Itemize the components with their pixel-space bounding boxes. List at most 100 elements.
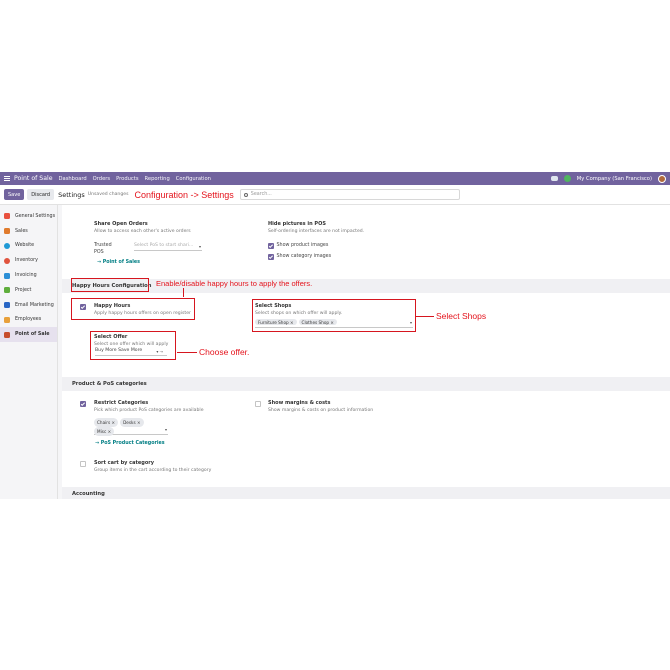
shop-tag-furniture[interactable]: Furniture Shop × bbox=[255, 319, 297, 326]
menu-dashboard[interactable]: Dashboard bbox=[59, 176, 87, 182]
sidebar-item-inventory[interactable]: Inventory bbox=[0, 253, 57, 268]
point-of-sales-link[interactable]: → Point of Sales bbox=[97, 260, 140, 265]
sidebar-item-label: Point of Sale bbox=[15, 332, 50, 338]
select-offer-value: Buy More Save More bbox=[95, 348, 143, 353]
email-marketing-icon bbox=[4, 302, 10, 309]
chevron-down-icon: ▾ bbox=[198, 244, 201, 249]
share-orders-desc: Allow to access each other's active orde… bbox=[94, 229, 191, 234]
control-panel: Save Discard Settings Unsaved changes Co… bbox=[0, 185, 670, 205]
select-shops-title: Select Shops bbox=[255, 303, 292, 309]
accounting-section-header: Accounting bbox=[62, 487, 670, 499]
activity-icon[interactable] bbox=[563, 175, 571, 182]
avatar[interactable] bbox=[658, 174, 666, 183]
sidebar-item-label: Project bbox=[15, 287, 32, 293]
annotation-arrow bbox=[183, 288, 184, 297]
menu-products[interactable]: Products bbox=[116, 176, 138, 182]
trusted-pos-placeholder: Select PoS to start shari... bbox=[134, 243, 194, 248]
restrict-categories-title: Restrict Categories bbox=[94, 400, 149, 406]
sidebar-item-invoicing[interactable]: Invoicing bbox=[0, 268, 57, 283]
select-offer-desc: Select one offer which will apply bbox=[94, 342, 169, 347]
select-shops-setting: Select Shops Select shops on which offer… bbox=[255, 303, 342, 316]
sort-cart-title: Sort cart by category bbox=[94, 460, 155, 466]
select-offer-setting: Select Offer Select one offer which will… bbox=[94, 334, 168, 347]
annotation-choose-offer: Choose offer. bbox=[199, 347, 250, 357]
search-input[interactable]: Search... bbox=[239, 189, 460, 200]
show-margins-desc: Show margins & costs on product informat… bbox=[268, 408, 374, 413]
restrict-categories-input[interactable]: Chairs × Desks × Misc × ▾ bbox=[94, 418, 168, 436]
unsaved-indicator: Unsaved changes bbox=[87, 192, 129, 197]
menu-configuration[interactable]: Configuration bbox=[176, 176, 211, 182]
menu-orders[interactable]: Orders bbox=[93, 176, 110, 182]
restrict-categories-checkbox[interactable] bbox=[80, 401, 86, 407]
search-icon bbox=[243, 192, 248, 197]
category-tag-desks[interactable]: Desks × bbox=[120, 418, 144, 427]
annotation-arrow bbox=[416, 316, 434, 317]
happy-hours-title: Happy Hours bbox=[94, 303, 131, 309]
hide-pictures-setting: Hide pictures in POS Self-ordering inter… bbox=[268, 221, 364, 234]
sidebar-item-label: Employees bbox=[15, 317, 42, 323]
show-product-images-row[interactable]: Show product images bbox=[268, 243, 328, 249]
category-tag-misc[interactable]: Misc × bbox=[94, 427, 115, 436]
product-categories-section-title: Product & PoS categories bbox=[72, 381, 147, 387]
settings-sidebar: General Settings Sales Website Inventory… bbox=[0, 205, 58, 499]
search-placeholder: Search... bbox=[250, 192, 272, 197]
show-category-images-row[interactable]: Show category images bbox=[268, 254, 331, 260]
sidebar-item-employees[interactable]: Employees bbox=[0, 313, 57, 328]
show-margins-title: Show margins & costs bbox=[268, 400, 331, 406]
select-offer-title: Select Offer bbox=[94, 334, 128, 340]
apps-grid-icon[interactable] bbox=[4, 175, 10, 182]
share-orders-setting: Share Open Orders Allow to access each o… bbox=[94, 221, 191, 234]
annotation-box-section bbox=[71, 278, 149, 292]
show-margins-setting: Show margins & costs Show margins & cost… bbox=[268, 400, 373, 413]
sidebar-item-website[interactable]: Website bbox=[0, 239, 57, 254]
sidebar-item-label: Email Marketing bbox=[15, 302, 54, 308]
company-switcher[interactable]: My Company (San Francisco) bbox=[577, 176, 652, 182]
sidebar-item-point-of-sale[interactable]: Point of Sale bbox=[0, 327, 57, 343]
sidebar-item-label: General Settings bbox=[15, 213, 56, 219]
shop-tag-clothes[interactable]: Clothes Shop × bbox=[298, 319, 337, 326]
hide-pictures-title: Hide pictures in POS bbox=[268, 221, 326, 227]
discard-button[interactable]: Discard bbox=[27, 189, 55, 200]
show-product-images-label: Show product images bbox=[276, 243, 329, 249]
restrict-categories-desc: Pick which product PoS categories are av… bbox=[94, 408, 204, 413]
sidebar-item-label: Invoicing bbox=[15, 273, 37, 279]
happy-hours-checkbox[interactable] bbox=[80, 304, 86, 310]
hide-pictures-desc: Self-ordering interfaces are not impacte… bbox=[268, 229, 365, 234]
show-category-images-checkbox[interactable] bbox=[268, 254, 274, 260]
save-button[interactable]: Save bbox=[4, 189, 25, 200]
sort-cart-setting: Sort cart by category Group items in the… bbox=[94, 460, 211, 473]
app-brand[interactable]: Point of Sale bbox=[14, 175, 53, 182]
sidebar-item-label: Website bbox=[15, 243, 35, 249]
restrict-categories-setting: Restrict Categories Pick which product P… bbox=[94, 400, 204, 413]
sales-icon bbox=[4, 228, 10, 235]
sidebar-item-sales[interactable]: Sales bbox=[0, 224, 57, 239]
accounting-section-title: Accounting bbox=[72, 491, 105, 497]
show-product-images-checkbox[interactable] bbox=[268, 243, 274, 249]
pos-product-categories-link[interactable]: → PoS Product Categories bbox=[95, 441, 165, 446]
settings-content: Share Open Orders Allow to access each o… bbox=[62, 205, 670, 499]
chat-icon[interactable] bbox=[550, 176, 558, 181]
sidebar-item-email-marketing[interactable]: Email Marketing bbox=[0, 298, 57, 313]
invoicing-icon bbox=[4, 272, 10, 279]
website-icon bbox=[4, 242, 10, 249]
select-offer-input[interactable]: Buy More Save More ▾ → bbox=[95, 348, 167, 356]
sidebar-item-general-settings[interactable]: General Settings bbox=[0, 209, 57, 224]
select-shops-desc: Select shops on which offer will apply. bbox=[255, 311, 343, 316]
sidebar-item-label: Sales bbox=[15, 228, 28, 234]
employees-icon bbox=[4, 316, 10, 323]
product-categories-section-header: Product & PoS categories bbox=[62, 377, 670, 391]
select-shops-input[interactable]: Furniture Shop × Clothes Shop × ▾ bbox=[255, 319, 413, 328]
category-tag-chairs[interactable]: Chairs × bbox=[94, 418, 119, 427]
sidebar-item-project[interactable]: Project bbox=[0, 283, 57, 298]
menu-reporting[interactable]: Reporting bbox=[145, 176, 170, 182]
chevron-down-icon: ▾ bbox=[164, 427, 167, 432]
trusted-pos-label: Trusted POS bbox=[94, 243, 112, 255]
show-margins-checkbox[interactable] bbox=[255, 401, 261, 407]
inventory-icon bbox=[4, 257, 10, 264]
show-category-images-label: Show category images bbox=[276, 254, 332, 260]
sort-cart-checkbox[interactable] bbox=[80, 461, 86, 467]
annotation-configuration: Configuration -> Settings bbox=[134, 189, 234, 200]
point-of-sale-icon bbox=[4, 331, 10, 338]
happy-hours-section-header: Happy Hours Configuration bbox=[62, 279, 670, 293]
trusted-pos-select[interactable]: Select PoS to start shari... ▾ bbox=[134, 243, 202, 251]
